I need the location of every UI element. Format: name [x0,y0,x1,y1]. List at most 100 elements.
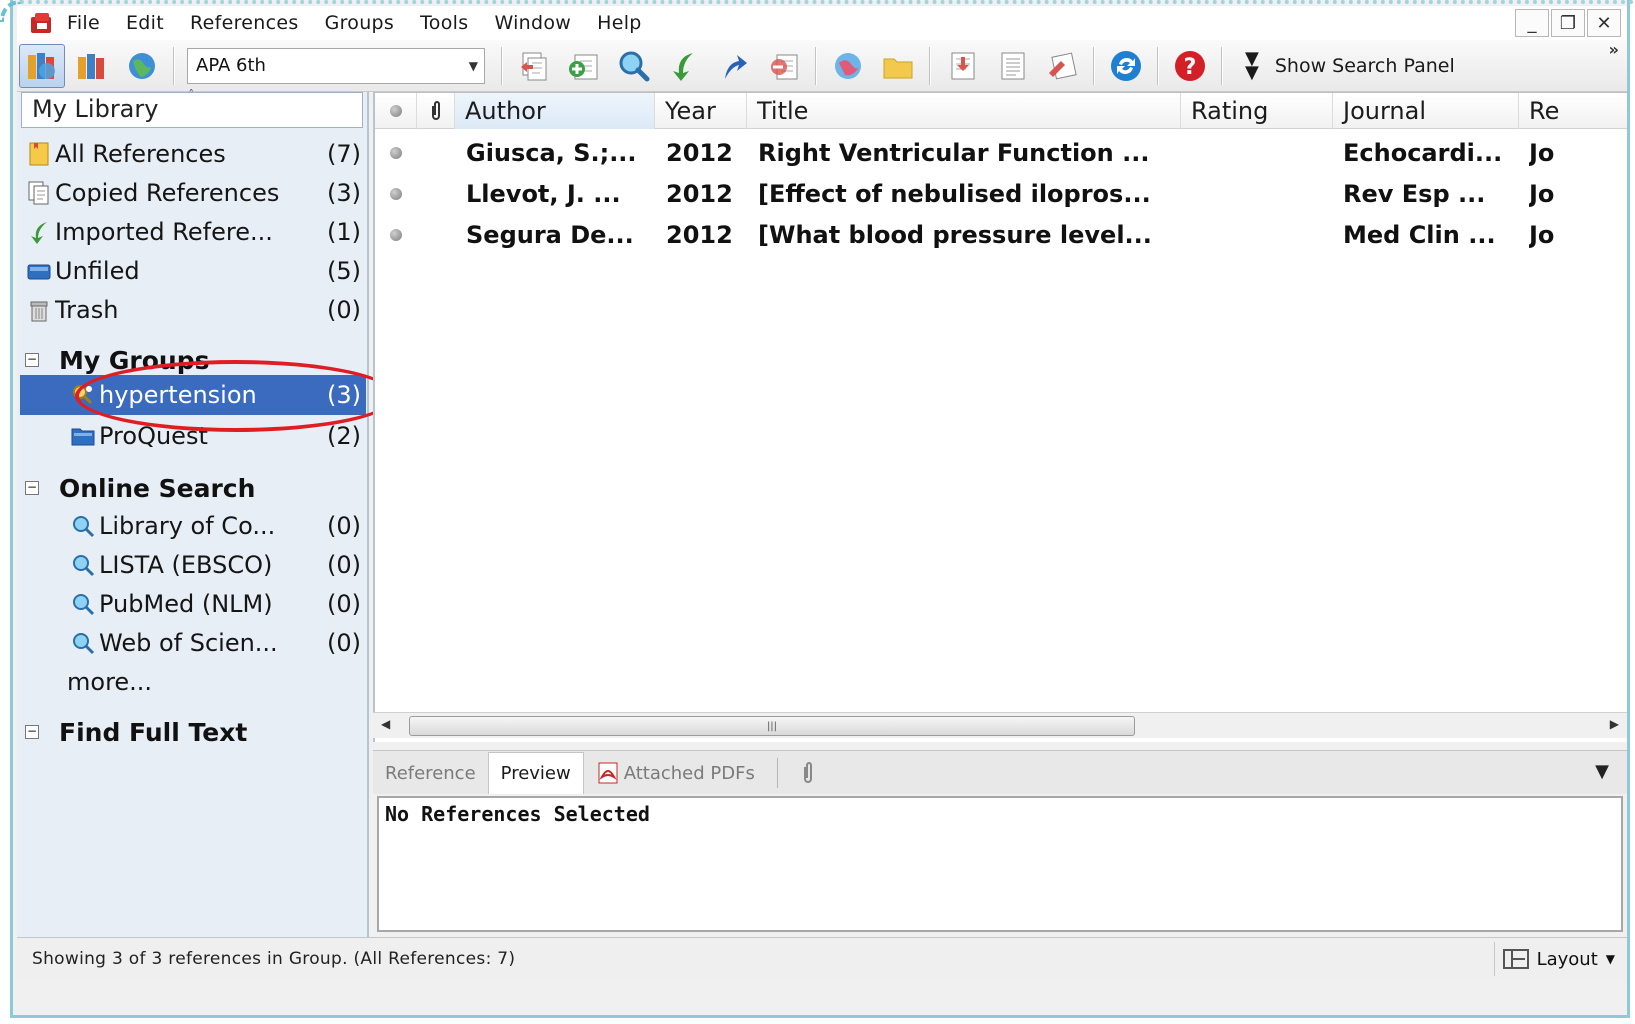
find-full-text-icon[interactable] [761,44,807,88]
library-item-copied-references[interactable]: Copied References (3) [27,175,361,211]
column-author[interactable]: Author ˆ [455,93,655,129]
groups-panel: My Library ˆ All References (7) Copied R… [17,89,397,937]
menu-references[interactable]: References [190,12,299,34]
online-search-icon[interactable] [611,44,657,88]
reference-list: Author ˆ Year Title Rating Journal Re Gi… [373,92,1627,742]
group-item-proquest[interactable]: ProQuest (2) [71,418,361,454]
cell-journal: Med Clin ... [1343,221,1496,249]
cell-rating [1192,174,1332,214]
library-item-count: (5) [327,257,361,285]
import-icon[interactable] [661,44,707,88]
export-icon[interactable] [711,44,757,88]
group-item-hypertension[interactable]: hypertension (3) [71,377,361,413]
cell-title: [What blood pressure level... [758,221,1152,249]
minimize-icon[interactable]: _ [1515,9,1549,37]
restore-icon[interactable]: ❐ [1551,9,1585,37]
open-link-icon[interactable] [825,44,871,88]
library-item-unfiled[interactable]: Unfiled (5) [27,253,361,289]
endnote-app-icon[interactable] [29,11,55,35]
preview-pane: No References Selected [377,796,1623,932]
show-search-panel-button[interactable]: ▼ ▼ Show Search Panel [1245,47,1455,83]
copied-references-icon [27,181,51,205]
cell-author: Llevot, J. ... [466,180,621,208]
menu-bar: File Edit References Groups Tools Window… [17,6,1627,40]
format-bibliography-icon[interactable] [989,44,1035,88]
return-to-word-icon[interactable] [1039,44,1085,88]
find-full-text-header[interactable]: − Find Full Text [25,714,247,750]
column-rating[interactable]: Rating [1181,93,1333,129]
local-library-mode-icon[interactable] [19,43,65,88]
collapse-toggle-icon[interactable]: − [25,481,39,495]
toolbar-overflow-icon[interactable]: » [1609,40,1619,59]
double-chevron-down-icon: ▼ ▼ [1245,47,1259,83]
online-search-item-library-of-congress[interactable]: Library of Co... (0) [71,508,361,544]
menu-groups[interactable]: Groups [325,12,395,34]
tab-reference[interactable]: Reference [373,752,488,794]
column-title[interactable]: Title [747,93,1181,129]
online-search-label: LISTA (EBSCO) [99,551,273,579]
group-item-count: (2) [327,422,361,450]
online-search-count: (0) [327,512,361,540]
tab-attached-pdfs-label: Attached PDFs [623,762,755,784]
tab-attachment[interactable] [788,752,828,794]
horizontal-scrollbar[interactable]: ◀ ||| ▶ [373,712,1627,738]
library-item-imported-references[interactable]: Imported Refere... (1) [27,214,361,250]
find-full-text-title: Find Full Text [59,717,248,747]
library-item-all-references[interactable]: All References (7) [27,136,361,172]
toolbar-separator [1221,46,1223,85]
column-journal[interactable]: Journal [1333,93,1519,129]
open-file-icon[interactable] [875,44,921,88]
online-search-header[interactable]: − Online Search [25,470,255,506]
menu-help[interactable]: Help [597,12,642,34]
collapse-toggle-icon[interactable]: − [25,725,39,739]
library-item-label: All References [55,140,226,168]
online-search-title: Online Search [59,473,256,503]
preview-message: No References Selected [385,802,650,826]
insert-citation-icon[interactable] [939,44,985,88]
table-row[interactable]: Llevot, J. ... 2012 [Effect of nebulised… [375,174,1627,214]
column-year-label: Year [665,97,716,125]
copy-to-library-icon[interactable] [511,44,557,88]
scroll-left-icon[interactable]: ◀ [381,717,390,731]
panel-options-icon[interactable]: ▼ [1595,761,1609,782]
my-library-header[interactable]: My Library ˆ [21,89,363,128]
tab-preview[interactable]: Preview [487,752,584,794]
paperclip-icon [803,762,812,783]
column-journal-label: Journal [1343,97,1427,125]
integrated-library-mode-icon[interactable] [69,44,115,88]
online-search-item-lista[interactable]: LISTA (EBSCO) (0) [71,547,361,583]
unread-dot-icon [390,188,402,200]
column-attachment[interactable] [417,93,455,129]
my-library-label: My Library [32,95,159,123]
library-item-trash[interactable]: Trash (0) [27,292,361,328]
menu-window[interactable]: Window [494,12,571,34]
library-item-label: Unfiled [55,257,140,285]
collapse-toggle-icon[interactable]: − [25,353,39,367]
scroll-right-icon[interactable]: ▶ [1610,717,1619,731]
library-item-label: Imported Refere... [55,218,273,246]
output-style-select[interactable]: APA 6th ▼ [187,47,485,84]
table-row[interactable]: Giusca, S.;... 2012 Right Ventricular Fu… [375,133,1627,173]
my-groups-header[interactable]: − My Groups [25,342,209,378]
column-year[interactable]: Year [655,93,747,129]
online-search-item-pubmed[interactable]: PubMed (NLM) (0) [71,586,361,622]
sync-icon[interactable] [1103,44,1149,88]
layout-button[interactable]: Layout ▼ [1493,942,1615,976]
scrollbar-thumb[interactable]: ||| [409,716,1135,736]
cell-reference-type: Jo [1529,221,1555,249]
menu-tools[interactable]: Tools [420,12,468,34]
all-references-icon [27,142,51,166]
close-icon[interactable]: ✕ [1587,9,1621,37]
online-search-item-web-of-science[interactable]: Web of Scien... (0) [71,625,361,661]
help-icon[interactable]: ? [1167,44,1213,88]
online-search-mode-icon[interactable] [119,44,165,88]
menu-file[interactable]: File [67,12,100,34]
column-reference-type[interactable]: Re [1519,93,1629,129]
tab-attached-pdfs[interactable]: Attached PDFs [584,752,767,794]
table-row[interactable]: Segura De... 2012 [What blood pressure l… [375,215,1627,255]
new-reference-icon[interactable] [561,44,607,88]
menu-edit[interactable]: Edit [126,12,164,34]
column-read-status[interactable] [375,93,417,129]
online-search-more-link[interactable]: more... [67,664,267,700]
cell-title: [Effect of nebulised ilopros... [758,180,1151,208]
